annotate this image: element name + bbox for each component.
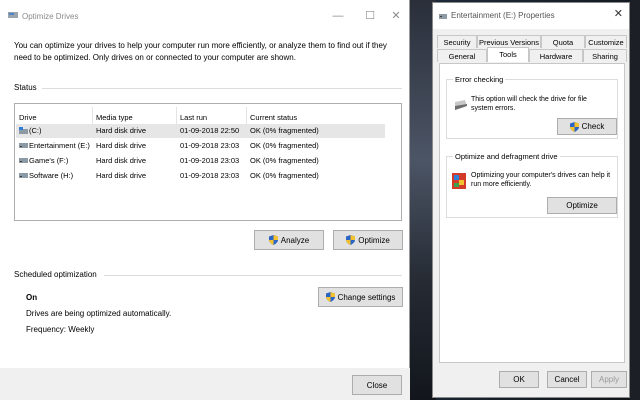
drive-icon: [439, 14, 447, 19]
column-separator: [176, 107, 177, 125]
analyze-button[interactable]: Analyze: [254, 230, 324, 250]
minimize-button[interactable]: —: [328, 8, 348, 24]
change-settings-label: Change settings: [337, 292, 396, 302]
uac-shield-icon: [346, 235, 356, 245]
error-checking-group: Error checking This option will check th…: [446, 75, 618, 139]
check-button-label: Check: [581, 122, 605, 131]
properties-title-bar[interactable]: Entertainment (E:) Properties ✕: [433, 3, 629, 29]
desktop-background-right: [630, 0, 640, 400]
check-button[interactable]: Check: [557, 118, 617, 135]
column-header-last-run[interactable]: Last run: [180, 113, 207, 122]
drive-name: Game's (F:): [29, 156, 69, 165]
drive-icon: [19, 173, 28, 178]
change-settings-button[interactable]: Change settings: [318, 287, 403, 307]
scheduled-optimization-label: Scheduled optimization: [14, 270, 97, 279]
column-header-current-status[interactable]: Current status: [250, 113, 297, 122]
optimize-defragment-label: Optimize and defragment drive: [453, 152, 560, 161]
analyze-button-label: Analyze: [280, 235, 310, 245]
status-divider: [42, 88, 402, 89]
tab-security[interactable]: Security: [437, 35, 477, 48]
window-title: Optimize Drives: [22, 12, 79, 21]
error-checking-text: This option will check the drive for fil…: [471, 96, 587, 112]
tab-sharing[interactable]: Sharing: [583, 49, 627, 62]
hard-drive-icon: [455, 100, 467, 110]
column-separator: [246, 107, 247, 125]
tab-customize[interactable]: Customize: [585, 35, 627, 48]
optimize-drives-app-icon: [8, 12, 18, 18]
last-run: 01-09-2018 23:03: [180, 171, 240, 180]
window-footer: Close: [0, 368, 410, 400]
drive-name: Software (H:): [29, 171, 74, 180]
schedule-frequency: Frequency: Weekly: [26, 325, 95, 334]
media-type: Hard disk drive: [96, 171, 147, 180]
apply-button[interactable]: Apply: [591, 371, 627, 388]
close-button-label: Close: [366, 380, 388, 390]
schedule-state: On: [26, 293, 38, 302]
optimize-button[interactable]: Optimize: [333, 230, 403, 250]
tools-tab-panel: Error checking This option will check th…: [439, 63, 625, 363]
current-status: OK (0% fragmented): [250, 126, 319, 135]
optimize-text: Optimizing your computer's drives can he…: [471, 172, 611, 188]
schedule-description: Drives are being optimized automatically…: [26, 309, 172, 318]
media-type: Hard disk drive: [96, 141, 147, 150]
scheduled-divider: [104, 275, 402, 276]
close-window-button[interactable]: ✕: [386, 8, 406, 24]
optimize-drives-window: Optimize Drives — ☐ ✕ You can optimize y…: [0, 0, 410, 400]
defragment-icon: [452, 173, 466, 189]
media-type: Hard disk drive: [96, 156, 147, 165]
tab-general[interactable]: General: [437, 49, 487, 62]
tab-hardware[interactable]: Hardware: [529, 49, 583, 62]
tab-quota[interactable]: Quota: [541, 35, 585, 48]
optimize-drive-label: Optimize: [566, 201, 598, 210]
uac-shield-icon: [569, 121, 579, 132]
drive-row-f[interactable]: Game's (F:) Hard disk drive 01-09-2018 2…: [16, 154, 385, 168]
column-header-media-type[interactable]: Media type: [96, 113, 133, 122]
media-type: Hard disk drive: [96, 126, 147, 135]
intro-text: You can optimize your drives to help you…: [14, 41, 387, 62]
windows-drive-icon: [19, 127, 28, 134]
drive-icon: [19, 158, 28, 163]
column-header-drive[interactable]: Drive: [19, 113, 37, 122]
optimize-drive-button[interactable]: Optimize: [547, 197, 617, 214]
drive-list[interactable]: Drive Media type Last run Current status…: [14, 103, 402, 221]
tab-tools[interactable]: Tools: [487, 47, 529, 62]
drive-row-c[interactable]: (C:) Hard disk drive 01-09-2018 22:50 OK…: [16, 124, 385, 138]
column-separator: [92, 107, 93, 125]
current-status: OK (0% fragmented): [250, 171, 319, 180]
apply-button-label: Apply: [598, 375, 619, 384]
drive-row-h[interactable]: Software (H:) Hard disk drive 01-09-2018…: [16, 169, 385, 183]
title-bar[interactable]: Optimize Drives — ☐ ✕: [0, 0, 409, 30]
drive-name: (C:): [29, 126, 42, 135]
error-checking-label: Error checking: [453, 75, 506, 84]
properties-close-button[interactable]: ✕: [614, 7, 623, 20]
optimize-defragment-group: Optimize and defragment drive Optimizing…: [446, 152, 618, 218]
drive-row-e[interactable]: Entertainment (E:) Hard disk drive 01-09…: [16, 139, 385, 153]
current-status: OK (0% fragmented): [250, 156, 319, 165]
uac-shield-icon: [325, 292, 335, 302]
cancel-button[interactable]: Cancel: [547, 371, 587, 388]
cancel-button-label: Cancel: [554, 375, 580, 384]
uac-shield-icon: [268, 235, 278, 245]
drive-properties-window: Entertainment (E:) Properties ✕ Security…: [432, 2, 630, 398]
last-run: 01-09-2018 22:50: [180, 126, 240, 135]
maximize-button[interactable]: ☐: [360, 8, 380, 24]
ok-button-label: OK: [513, 375, 525, 384]
optimize-button-label: Optimize: [358, 235, 390, 245]
ok-button[interactable]: OK: [499, 371, 539, 388]
drive-icon: [19, 143, 28, 148]
properties-title: Entertainment (E:) Properties: [451, 11, 555, 20]
status-section-label: Status: [14, 83, 37, 92]
current-status: OK (0% fragmented): [250, 141, 319, 150]
drive-name: Entertainment (E:): [29, 141, 90, 150]
last-run: 01-09-2018 23:03: [180, 156, 240, 165]
last-run: 01-09-2018 23:03: [180, 141, 240, 150]
close-button[interactable]: Close: [352, 375, 402, 395]
